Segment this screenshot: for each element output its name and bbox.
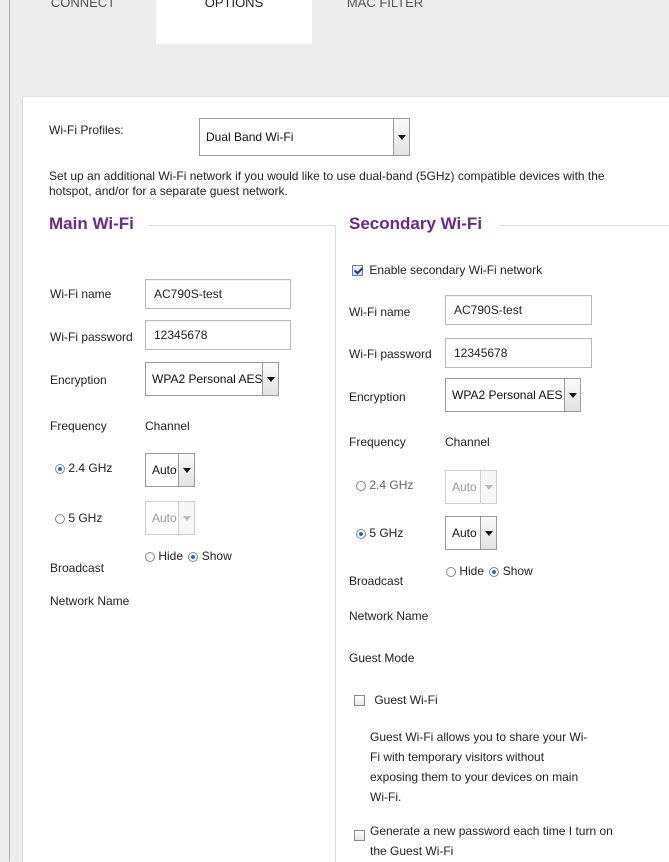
column-divider xyxy=(335,225,336,862)
secondary-broadcast-show-radio[interactable] xyxy=(489,566,500,577)
tab-options[interactable]: OPTIONS xyxy=(156,0,312,44)
main-wifi-password-label: Wi-Fi password xyxy=(50,330,133,344)
secondary-wifi-title: Secondary Wi-Fi xyxy=(349,214,483,233)
generate-password-checkbox[interactable] xyxy=(354,830,365,842)
secondary-encryption-label: Encryption xyxy=(349,390,406,404)
chevron-down-icon xyxy=(480,517,496,549)
main-broadcast-options: Hide Show xyxy=(145,549,232,563)
tab-mac-filter[interactable]: MAC FILTER xyxy=(312,0,458,44)
chevron-down-icon xyxy=(178,502,194,534)
main-wifi-name-label: Wi-Fi name xyxy=(50,287,112,301)
main-title-divider xyxy=(148,225,336,226)
secondary-frequency-label: Frequency xyxy=(349,435,406,449)
secondary-freq-5-option[interactable]: 5 GHz xyxy=(356,526,403,540)
secondary-freq-5-radio[interactable] xyxy=(356,528,366,539)
main-freq-5-radio[interactable] xyxy=(55,513,65,524)
main-wifi-title: Main Wi-Fi xyxy=(49,214,134,233)
main-freq-24-option[interactable]: 2.4 GHz xyxy=(55,461,112,475)
generate-password-checkbox-wrap xyxy=(354,828,365,842)
secondary-network-name-label: Network Name xyxy=(349,609,429,623)
chevron-down-icon xyxy=(393,119,409,155)
main-network-name-label: Network Name xyxy=(50,594,130,608)
secondary-freq-24-option[interactable]: 2.4 GHz xyxy=(356,478,413,492)
chevron-down-icon xyxy=(178,454,194,486)
generate-password-label[interactable]: Generate a new password each time I turn… xyxy=(370,821,620,861)
main-encryption-label: Encryption xyxy=(50,373,107,387)
main-encryption-select[interactable]: WPA2 Personal AES xyxy=(145,362,279,396)
options-panel: Wi-Fi Profiles: Dual Band Wi-Fi Set up a… xyxy=(22,96,669,862)
secondary-wifi-password-label: Wi-Fi password xyxy=(349,347,432,361)
main-frequency-label: Frequency xyxy=(50,419,107,433)
intro-text: Set up an additional Wi-Fi network if yo… xyxy=(49,169,605,198)
main-freq-24-radio[interactable] xyxy=(55,463,65,474)
wifi-profiles-label: Wi-Fi Profiles: xyxy=(49,123,124,137)
main-freq-5-option[interactable]: 5 GHz xyxy=(55,511,102,525)
tab-bar: CONNECT OPTIONS MAC FILTER xyxy=(10,0,669,44)
main-channel-label: Channel xyxy=(145,419,190,433)
secondary-title-divider xyxy=(499,225,669,226)
secondary-enable-checkbox[interactable] xyxy=(352,265,363,277)
secondary-wifi-name-input[interactable] xyxy=(445,295,592,325)
secondary-channel-5-select[interactable]: Auto xyxy=(445,516,497,550)
guest-wifi-option[interactable]: Guest Wi-Fi xyxy=(354,693,438,707)
guest-wifi-description: Guest Wi-Fi allows you to share your Wi-… xyxy=(370,730,588,804)
tab-connect[interactable]: CONNECT xyxy=(10,0,156,44)
secondary-broadcast-label: Broadcast xyxy=(349,574,404,588)
secondary-freq-24-radio[interactable] xyxy=(356,480,366,491)
secondary-wifi-password-input[interactable] xyxy=(445,338,592,368)
chevron-down-icon xyxy=(480,471,496,503)
guest-mode-label: Guest Mode xyxy=(349,651,415,665)
main-wifi-password-input[interactable] xyxy=(145,320,291,350)
main-broadcast-label: Broadcast xyxy=(50,561,105,575)
wifi-profiles-select[interactable]: Dual Band Wi-Fi xyxy=(199,118,410,156)
secondary-channel-24-select: Auto xyxy=(445,470,497,504)
main-broadcast-show-radio[interactable] xyxy=(188,551,199,562)
secondary-channel-label: Channel xyxy=(445,435,490,449)
main-broadcast-hide-radio[interactable] xyxy=(145,551,155,562)
secondary-broadcast-options: Hide Show xyxy=(446,564,533,578)
page-left-border xyxy=(9,0,10,861)
main-channel-5-select: Auto xyxy=(145,501,195,535)
main-channel-24-select[interactable]: Auto xyxy=(145,453,195,487)
guest-wifi-checkbox[interactable] xyxy=(354,695,365,707)
chevron-down-icon xyxy=(262,363,278,395)
secondary-wifi-name-label: Wi-Fi name xyxy=(349,305,411,319)
secondary-enable-option[interactable]: Enable secondary Wi-Fi network xyxy=(352,263,542,277)
secondary-encryption-select[interactable]: WPA2 Personal AES xyxy=(445,378,581,412)
chevron-down-icon xyxy=(564,379,580,411)
secondary-broadcast-hide-radio[interactable] xyxy=(446,566,456,577)
main-wifi-name-input[interactable] xyxy=(145,279,291,309)
